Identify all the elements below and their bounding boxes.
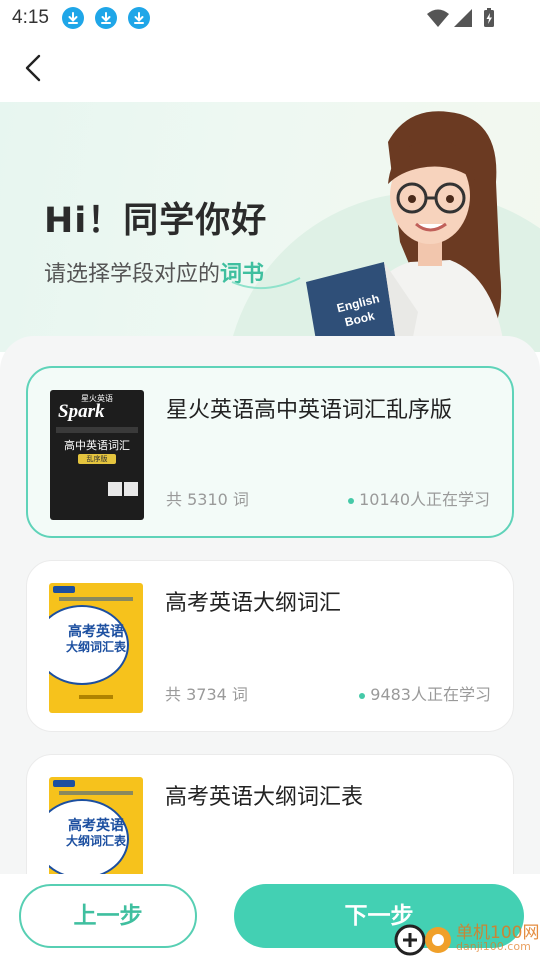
book-cover: 高考英语 大纲词汇表 — [49, 583, 143, 713]
cover-title: 高中英语词汇 — [64, 439, 130, 452]
wifi-icon — [427, 9, 449, 27]
qr-code — [108, 482, 122, 496]
status-dot — [359, 692, 366, 699]
download-icon — [128, 7, 150, 29]
status-time: 4:15 — [12, 7, 49, 28]
learner-count: 10140人正在学习 — [348, 486, 490, 510]
watermark-url: danji100.com — [456, 940, 531, 953]
signal-icon — [454, 9, 472, 27]
status-dot — [348, 497, 355, 504]
greeting-title: Hi！同学你好 — [44, 201, 268, 241]
book-title: 高考英语大纲词汇表 — [165, 785, 364, 810]
subtitle-text: 请选择学段对应的 — [44, 262, 221, 287]
watermark-logo-icon — [394, 924, 451, 956]
book-title: 高考英语大纲词汇 — [165, 591, 342, 616]
chevron-left-icon — [25, 54, 41, 82]
top-nav — [0, 36, 540, 102]
teacher-illustration: English Book — [306, 111, 505, 352]
book-cover: 星火英语 Spark 高中英语词汇 乱序版 — [50, 390, 144, 520]
back-button[interactable] — [14, 48, 54, 88]
status-bar: 4:15 — [0, 0, 540, 36]
book-card[interactable]: 高考英语 大纲词汇表 高考英语大纲词汇 共 3734 词 9483人正在学习 — [26, 560, 514, 732]
prev-step-button[interactable]: 上一步 — [19, 884, 197, 948]
highlight-swoosh — [231, 277, 301, 290]
learner-count: 9483人正在学习 — [359, 681, 491, 705]
hero-banner: Hi！同学你好 请选择学段对应的词书 English Book — [0, 102, 540, 352]
download-icon — [95, 7, 117, 29]
system-status-icons — [427, 8, 494, 27]
cover-logo: Spark — [58, 401, 105, 422]
watermark: 单机100网 danji100.com — [392, 916, 540, 958]
book-card[interactable]: 星火英语 Spark 高中英语词汇 乱序版 星火英语高中英语词汇乱序版 共 53… — [26, 366, 514, 538]
book-list-panel: 星火英语 Spark 高中英语词汇 乱序版 星火英语高中英语词汇乱序版 共 53… — [0, 336, 540, 926]
cover-tag: 乱序版 — [78, 454, 116, 464]
word-count: 共 5310 词 — [166, 490, 249, 509]
word-count: 共 3734 词 — [165, 685, 248, 704]
cover-subtitle: 大纲词汇表 — [65, 834, 126, 848]
cover-subtitle: 大纲词汇表 — [65, 640, 126, 654]
book-title: 星火英语高中英语词汇乱序版 — [166, 398, 453, 423]
qr-code — [124, 482, 138, 496]
download-icon — [62, 7, 84, 29]
